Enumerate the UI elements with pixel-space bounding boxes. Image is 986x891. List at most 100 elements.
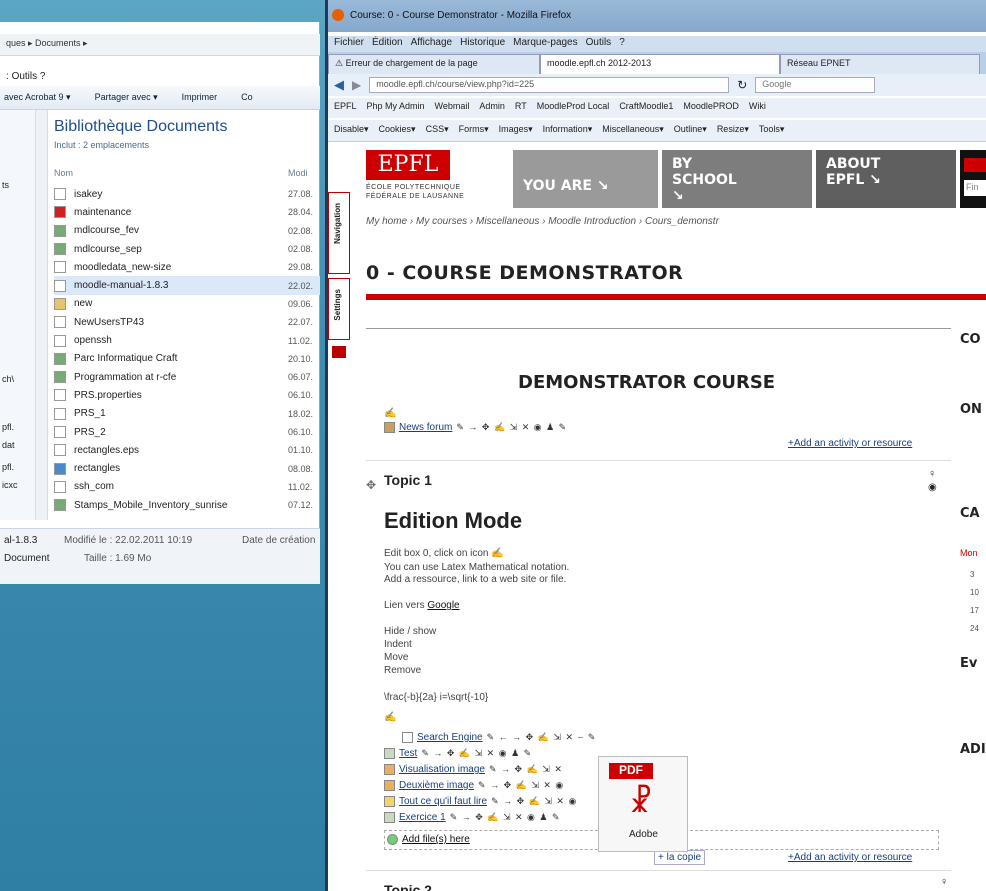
bookmark-item[interactable]: Wiki [749, 101, 766, 115]
eye-icon[interactable]: ◉ [928, 482, 937, 493]
file-row[interactable]: mdlcourse_sep 02.08. [54, 240, 320, 258]
nav-item[interactable]: pfl. [2, 422, 14, 432]
file-row[interactable]: rectangles.eps 01.10. [54, 441, 320, 459]
devbar-menu[interactable]: Miscellaneous▾ [602, 124, 664, 137]
file-row[interactable]: PRS_2 06.10. [54, 423, 320, 441]
explorer-menu-tools[interactable]: Outils ? [12, 71, 46, 82]
open-with-acrobat-button[interactable]: avec Acrobat 9 ▾ [4, 92, 71, 103]
share-with-button[interactable]: Partager avec ▾ [95, 92, 158, 103]
move-icon[interactable]: ✥ [366, 478, 376, 492]
devbar-menu[interactable]: Cookies▾ [379, 124, 416, 137]
menu-help[interactable]: ? [619, 37, 625, 51]
nav-item[interactable]: pfl. [2, 462, 14, 472]
file-row[interactable]: new 09.06. [54, 295, 320, 313]
url-bar[interactable]: moodle.epfl.ch/course/view.php?id=225 [369, 77, 730, 93]
bookmark-item[interactable]: Webmail [435, 101, 470, 115]
bookmark-item[interactable]: Php My Admin [367, 101, 425, 115]
lightbulb-icon[interactable]: ♀ [928, 468, 936, 480]
calendar-day[interactable]: 17 [970, 606, 979, 615]
menu-tools[interactable]: Outils [586, 37, 612, 51]
calendar-day[interactable]: 24 [970, 624, 979, 633]
devbar-menu[interactable]: Disable▾ [334, 124, 369, 137]
bookmark-item[interactable]: CraftMoodle1 [619, 101, 673, 115]
nav-you-are[interactable]: YOU ARE ↘ [513, 150, 658, 208]
activity-tools[interactable]: ✎ → ✥ ✍ ⇲ ✕ ◉ ♟ ✎ [456, 422, 567, 432]
column-header-modified[interactable]: Modi [288, 168, 308, 178]
toolbar-overflow-button[interactable]: Co [241, 92, 253, 103]
activity-tools[interactable]: ✎ → ✥ ✍ ⇲ ✕ ◉ [478, 780, 564, 790]
back-icon[interactable]: ◀ [334, 77, 344, 93]
activity-tools[interactable]: ✎ ← → ✥ ✍ ⇲ ✕ ⌣ ✎ [487, 732, 597, 742]
activity-link[interactable]: Visualisation image [399, 764, 485, 775]
add-activity-link[interactable]: +Add an activity or resource [788, 438, 912, 449]
nav-scrollbar[interactable] [36, 110, 48, 520]
file-row[interactable]: Programmation at r-cfe 06.07. [54, 368, 320, 386]
nav-item[interactable]: ts [2, 180, 9, 190]
menu-history[interactable]: Historique [460, 37, 505, 51]
epfl-logo[interactable]: EPFL ÉCOLE POLYTECHNIQUE FÉDÉRALE DE LAU… [366, 150, 476, 206]
activity-link[interactable]: Search Engine [417, 732, 483, 743]
bookmark-item[interactable]: MoodlePROD [683, 101, 739, 115]
edit-icon[interactable]: ✍ [491, 548, 503, 559]
nav-item[interactable]: icxc [2, 480, 18, 490]
file-row[interactable]: rectangles 08.08. [54, 459, 320, 477]
add-activity-link[interactable]: +Add an activity or resource [788, 852, 912, 863]
file-row[interactable]: NewUsersTP43 22.07. [54, 313, 320, 331]
nav-about-epfl[interactable]: ABOUT EPFL ↘ [816, 150, 956, 208]
calendar-day[interactable]: 3 [970, 570, 974, 579]
header-search-input[interactable]: Fin [964, 180, 986, 196]
devbar-menu[interactable]: Outline▾ [674, 124, 707, 137]
calendar-day[interactable]: 10 [970, 588, 979, 597]
bookmark-item[interactable]: MoodleProd Local [537, 101, 610, 115]
activity-tools[interactable]: ✎ → ✥ ✍ ⇲ ✕ ◉ ♟ ✎ [421, 748, 532, 758]
column-header-name[interactable]: Nom [54, 168, 73, 178]
settings-block-tab[interactable]: Settings [328, 278, 350, 340]
file-row[interactable]: moodle-manual-1.8.3 22.02. [54, 276, 320, 295]
bookmark-item[interactable]: RT [515, 101, 527, 115]
news-forum-link[interactable]: News forum [399, 422, 452, 433]
edit-icon[interactable]: ✍ [384, 408, 396, 419]
breadcrumb[interactable]: My home › My courses › Miscellaneous › M… [366, 216, 719, 227]
file-row[interactable]: moodledata_new-size 29.08. [54, 258, 320, 276]
search-input[interactable]: Google [755, 77, 876, 93]
navigation-block-tab[interactable]: Navigation [328, 192, 350, 274]
lightbulb-icon[interactable]: ♀ [940, 876, 948, 888]
menu-view[interactable]: Affichage [411, 37, 453, 51]
activity-tools[interactable]: ✎ → ✥ ✍ ⇲ ✕ ◉ ♟ ✎ [450, 812, 561, 822]
bookmark-item[interactable]: EPFL [334, 101, 357, 115]
file-row[interactable]: PRS_1 18.02. [54, 405, 320, 423]
tab-reseau[interactable]: Réseau EPNET [780, 54, 980, 74]
file-row[interactable]: PRS.properties 06.10. [54, 386, 320, 404]
nav-by-school[interactable]: BY SCHOOL ↘ [662, 150, 812, 208]
menu-file[interactable]: Fichier [334, 37, 364, 51]
explorer-address-bar[interactable]: ques ▸ Documents ▸ [0, 34, 320, 56]
nav-item[interactable]: dat [2, 440, 15, 450]
file-row[interactable]: ssh_com 11.02. [54, 478, 320, 496]
dragged-pdf-icon[interactable]: PDF ☧ Adobe [598, 756, 688, 852]
devbar-menu[interactable]: Information▾ [543, 124, 593, 137]
menu-bookmarks[interactable]: Marque-pages [513, 37, 577, 51]
file-row[interactable]: Stamps_Mobile_Inventory_sunrise 07.12. [54, 496, 320, 514]
forward-icon[interactable]: ▶ [352, 78, 361, 92]
library-subtitle[interactable]: Inclut : 2 emplacements [54, 140, 149, 150]
file-row[interactable]: mdlcourse_fev 02.08. [54, 222, 320, 240]
menu-edit[interactable]: Édition [372, 37, 403, 51]
activity-tools[interactable]: ✎ → ✥ ✍ ⇲ ✕ [489, 764, 563, 774]
activity-tools[interactable]: ✎ → ✥ ✍ ⇲ ✕ ◉ [491, 796, 577, 806]
reload-icon[interactable]: ↻ [737, 78, 747, 92]
activity-link[interactable]: Tout ce qu'il faut lire [399, 796, 487, 807]
devbar-menu[interactable]: CSS▾ [426, 124, 449, 137]
google-link[interactable]: Google [427, 600, 459, 611]
tab-error-page[interactable]: ⚠ Erreur de chargement de la page [328, 54, 540, 74]
dock-icon[interactable] [332, 346, 346, 358]
add-file-link[interactable]: Add file(s) here [402, 834, 470, 845]
nav-item[interactable]: ch\ [2, 374, 14, 384]
devbar-menu[interactable]: Resize▾ [717, 124, 749, 137]
edit-icon[interactable]: ✍ [384, 712, 396, 723]
file-row[interactable]: maintenance 28.04. [54, 203, 320, 221]
file-row[interactable]: Parc Informatique Craft 20.10. [54, 350, 320, 368]
file-row[interactable]: isakey 27.08. [54, 185, 320, 203]
devbar-menu[interactable]: Images▾ [499, 124, 533, 137]
tab-moodle[interactable]: moodle.epfl.ch 2012-2013 [540, 54, 780, 74]
bookmark-item[interactable]: Admin [479, 101, 505, 115]
